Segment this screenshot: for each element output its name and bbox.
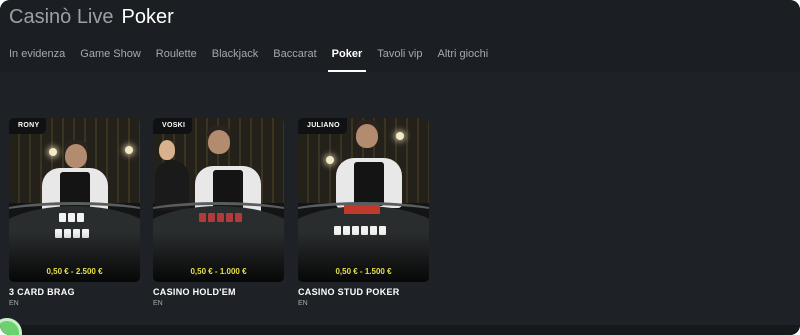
tab-poker[interactable]: Poker [327, 48, 366, 72]
studio-light [49, 148, 57, 156]
tab-tavoli-vip[interactable]: Tavoli vip [377, 48, 422, 72]
category-tabs: In evidenza Game Show Roulette Blackjack… [9, 48, 488, 72]
game-thumbnail[interactable]: VOSKI 0,50 € - 1.000 € [153, 118, 284, 282]
studio-light [326, 156, 334, 164]
game-title[interactable]: CASINO HOLD'EM [153, 287, 284, 297]
dealer-face [65, 144, 87, 168]
tab-blackjack[interactable]: Blackjack [212, 48, 258, 72]
game-language: EN [9, 300, 19, 307]
dealer-face [208, 130, 230, 154]
breadcrumb-casino-live[interactable]: Casinò Live [9, 6, 114, 28]
game-card-3-card-brag[interactable]: RONY 0,50 € - 2.500 € 3 CARD BRAG EN [9, 118, 140, 307]
page-title: Casinò Live Poker [9, 6, 174, 29]
tab-altri-giochi[interactable]: Altri giochi [438, 48, 489, 72]
tab-game-show[interactable]: Game Show [80, 48, 141, 72]
studio-light [125, 146, 133, 154]
game-title[interactable]: CASINO STUD POKER [298, 287, 429, 297]
tab-in-evidenza[interactable]: In evidenza [9, 48, 65, 72]
table-cards [199, 213, 242, 222]
tab-baccarat[interactable]: Baccarat [273, 48, 316, 72]
table-cards [344, 205, 380, 214]
page-header: Casinò Live Poker In evidenza Game Show R… [0, 0, 800, 72]
bet-limits: 0,50 € - 1.000 € [190, 267, 247, 276]
game-thumbnail[interactable]: RONY 0,50 € - 2.500 € [9, 118, 140, 282]
dealer-name-badge: JULIANO [298, 118, 347, 134]
studio-light [396, 132, 404, 140]
tab-roulette[interactable]: Roulette [156, 48, 197, 72]
app-window: Casinò Live Poker In evidenza Game Show R… [0, 0, 800, 335]
game-title[interactable]: 3 CARD BRAG [9, 287, 140, 297]
dealer-face [356, 124, 378, 148]
breadcrumb-current: Poker [121, 6, 174, 28]
game-thumbnail[interactable]: JULIANO 0,50 € - 1.500 € [298, 118, 429, 282]
bet-limits: 0,50 € - 2.500 € [46, 267, 103, 276]
dealer-vest [354, 162, 384, 206]
game-language: EN [153, 300, 163, 307]
game-card-casino-stud-poker[interactable]: JULIANO 0,50 € - 1.500 € CASINO STUD POK… [298, 118, 429, 307]
game-card-casino-holdem[interactable]: VOSKI 0,50 € - 1.000 € CASINO HOLD'EM EN [153, 118, 284, 307]
table-cards [59, 213, 84, 222]
footer-strip [0, 325, 800, 335]
bet-limits: 0,50 € - 1.500 € [335, 267, 392, 276]
background-person-face [159, 140, 175, 160]
game-language: EN [298, 300, 308, 307]
dealer-name-badge: RONY [9, 118, 47, 134]
dealer-name-badge: VOSKI [153, 118, 193, 134]
